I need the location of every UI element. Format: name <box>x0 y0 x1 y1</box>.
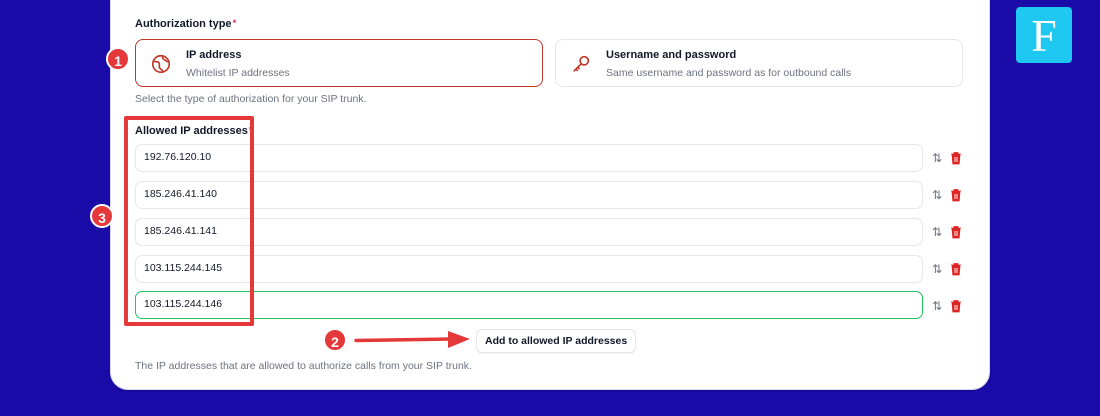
reorder-icon[interactable]: ⇅ <box>932 261 942 277</box>
ip-address-input[interactable] <box>144 188 904 200</box>
key-icon <box>573 55 590 72</box>
brand-logo: F <box>1016 7 1072 63</box>
ip-row-actions: ⇅ <box>932 298 966 314</box>
annotation-arrow <box>354 331 470 348</box>
ip-row-actions: ⇅ <box>932 224 966 240</box>
authorization-helper-text: Select the type of authorization for you… <box>135 93 367 105</box>
allowed-ips-helper-text: The IP addresses that are allowed to aut… <box>135 360 472 372</box>
authorization-type-label-text: Authorization type <box>135 18 232 30</box>
ip-row-actions: ⇅ <box>932 261 966 277</box>
reorder-icon[interactable]: ⇅ <box>932 150 942 166</box>
add-ip-address-button[interactable]: Add to allowed IP addresses <box>476 329 637 353</box>
auth-option-ip-address[interactable]: IP address Whitelist IP addresses <box>135 39 543 87</box>
trash-icon[interactable] <box>950 262 962 276</box>
trash-icon[interactable] <box>950 299 962 313</box>
auth-option-title: IP address <box>186 49 242 61</box>
reorder-icon[interactable]: ⇅ <box>932 224 942 240</box>
reorder-icon[interactable]: ⇅ <box>932 187 942 203</box>
auth-option-title: Username and password <box>606 49 737 61</box>
annotation-highlight-box <box>124 116 254 326</box>
auth-option-username-password[interactable]: Username and password Same username and … <box>555 39 963 87</box>
auth-option-description: Same username and password as for outbou… <box>606 67 852 79</box>
annotation-badge-3: 3 <box>90 204 114 228</box>
ip-row-actions: ⇅ <box>932 187 966 203</box>
ip-address-input[interactable] <box>144 262 904 274</box>
auth-option-description: Whitelist IP addresses <box>186 67 290 79</box>
reorder-icon[interactable]: ⇅ <box>932 298 942 314</box>
annotation-badge-1: 1 <box>106 47 130 71</box>
trash-icon[interactable] <box>950 188 962 202</box>
trash-icon[interactable] <box>950 225 962 239</box>
ip-row-actions: ⇅ <box>932 150 966 166</box>
ip-address-input[interactable] <box>144 151 904 163</box>
trash-icon[interactable] <box>950 151 962 165</box>
required-mark: * <box>232 18 237 28</box>
globe-icon <box>151 54 171 74</box>
ip-address-input[interactable] <box>144 298 904 310</box>
ip-address-input[interactable] <box>144 225 904 237</box>
annotation-badge-2: 2 <box>323 328 347 352</box>
authorization-type-label: Authorization type* <box>135 18 236 30</box>
